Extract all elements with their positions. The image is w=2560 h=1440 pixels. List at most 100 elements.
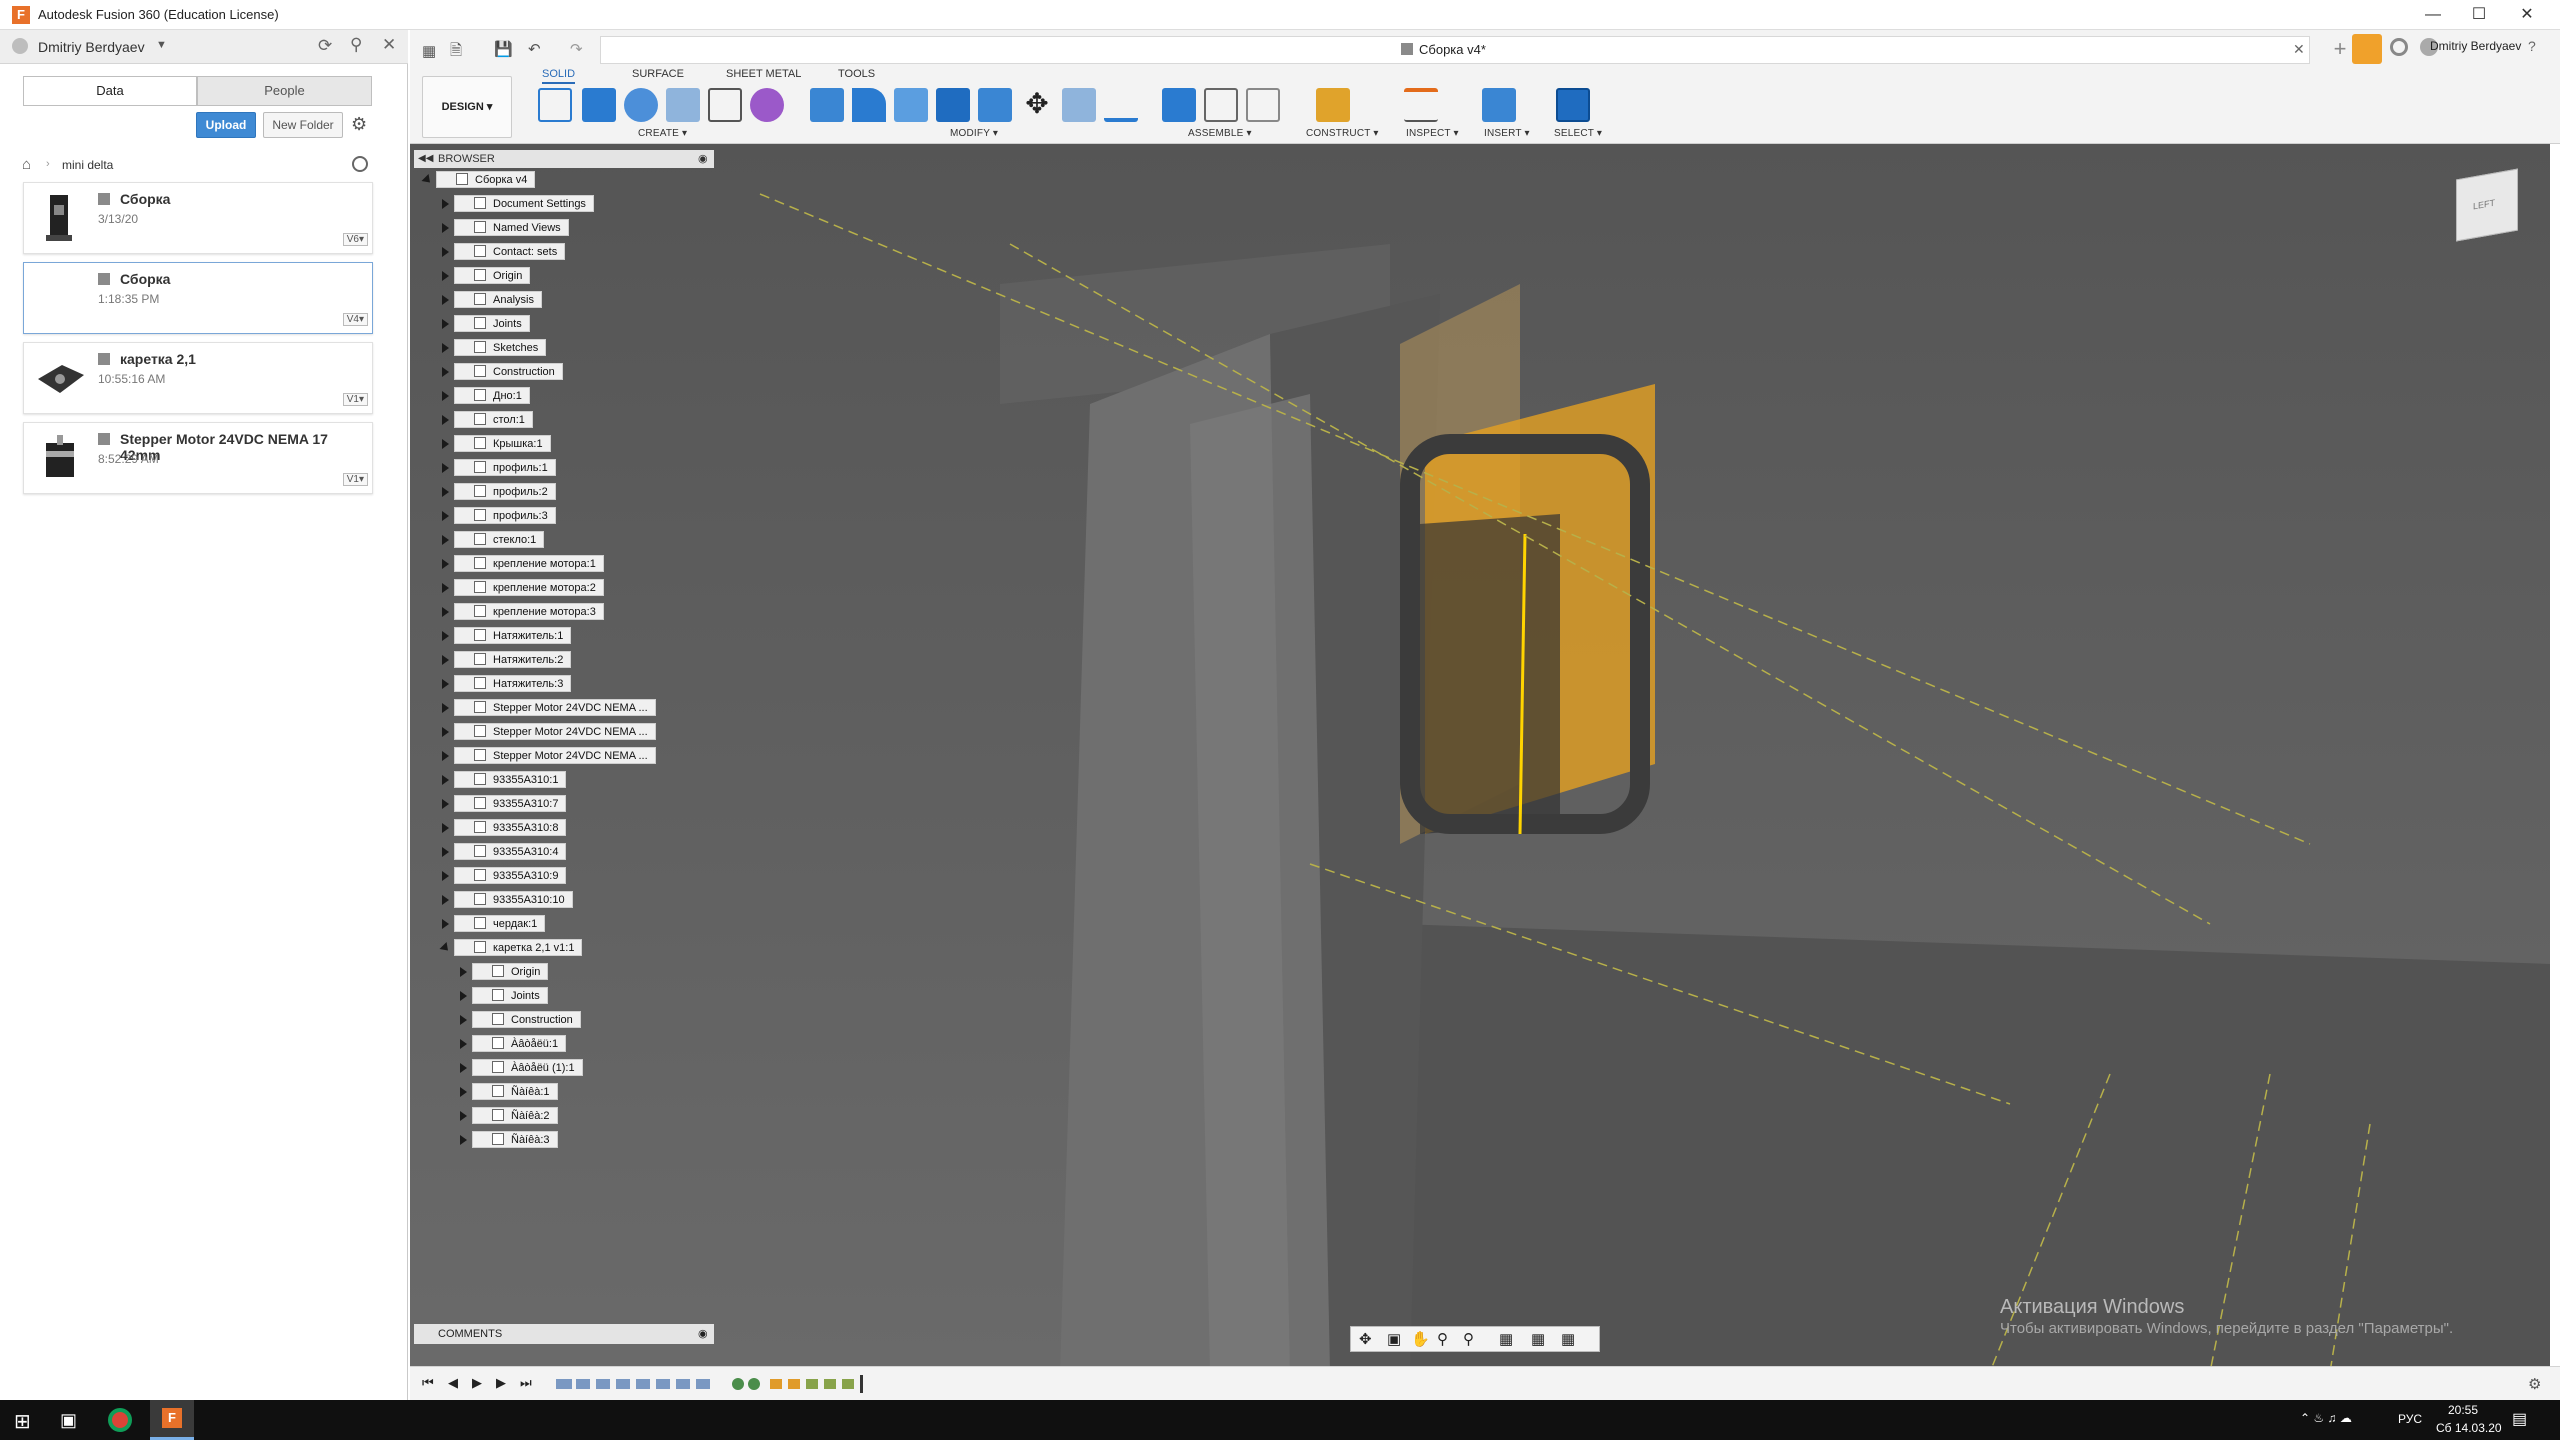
close-panel-icon[interactable]: ✕: [382, 35, 396, 55]
list-item[interactable]: каретка 2,1 10:55:16 AM V1▾: [23, 342, 373, 414]
minimize-icon[interactable]: —: [2410, 0, 2456, 30]
assemble-group[interactable]: ASSEMBLE ▾: [1188, 128, 1252, 139]
expand-arrow-icon[interactable]: [442, 679, 449, 689]
workspace-switcher[interactable]: DESIGN ▾: [422, 76, 512, 138]
timeline-features[interactable]: [556, 1375, 886, 1393]
create-sketch-icon[interactable]: [538, 88, 572, 122]
joint-icon[interactable]: [1204, 88, 1238, 122]
expand-arrow-icon[interactable]: [442, 703, 449, 713]
expand-arrow-icon[interactable]: [460, 1111, 467, 1121]
version-badge[interactable]: V4▾: [342, 313, 368, 326]
expand-arrow-icon[interactable]: [442, 919, 449, 929]
top-user-name[interactable]: Dmitriy Berdyaev: [2420, 39, 2521, 53]
share-settings-icon[interactable]: [352, 156, 368, 172]
tab-surface[interactable]: SURFACE: [632, 68, 684, 84]
move-icon[interactable]: ✥: [1020, 88, 1054, 122]
new-component-icon[interactable]: [1162, 88, 1196, 122]
version-badge[interactable]: V6▾: [342, 233, 368, 246]
pattern-icon[interactable]: [708, 88, 742, 122]
expand-arrow-icon[interactable]: [460, 1135, 467, 1145]
clock-date[interactable]: Сб 14.03.20: [2436, 1421, 2502, 1435]
chevron-down-icon[interactable]: ▼: [156, 39, 167, 51]
tab-data[interactable]: Data: [23, 76, 197, 106]
expand-arrow-icon[interactable]: [442, 415, 449, 425]
split-icon[interactable]: [978, 88, 1012, 122]
expand-arrow-icon[interactable]: [442, 199, 449, 209]
step-back-icon[interactable]: ◀: [448, 1375, 458, 1391]
undo-icon[interactable]: ↶: [528, 40, 541, 58]
maximize-icon[interactable]: ☐: [2456, 0, 2502, 30]
expand-arrow-icon[interactable]: [442, 511, 449, 521]
press-pull-icon[interactable]: [810, 88, 844, 122]
combine-icon[interactable]: [936, 88, 970, 122]
zoom-icon[interactable]: ⚲: [1437, 1330, 1448, 1348]
tab-solid[interactable]: SOLID: [542, 68, 576, 84]
expand-arrow-icon[interactable]: [460, 1015, 467, 1025]
hole-icon[interactable]: [666, 88, 700, 122]
expand-arrow-icon[interactable]: [442, 847, 449, 857]
expand-arrow-icon[interactable]: [460, 1039, 467, 1049]
search-icon[interactable]: ⚲: [350, 35, 362, 55]
version-badge[interactable]: V1▾: [342, 473, 368, 486]
notification-center-icon[interactable]: ▤: [2512, 1409, 2527, 1429]
expanded-arrow-icon[interactable]: [439, 941, 452, 955]
upload-button[interactable]: Upload: [196, 112, 256, 138]
viewcube[interactable]: LEFT: [2456, 168, 2518, 242]
close-icon[interactable]: ✕: [2504, 0, 2550, 30]
expand-arrow-icon[interactable]: [442, 895, 449, 905]
expand-arrow-icon[interactable]: [442, 439, 449, 449]
look-at-icon[interactable]: ▣: [1387, 1330, 1401, 1348]
comments-panel[interactable]: COMMENTS ◉: [414, 1324, 714, 1344]
revolve-icon[interactable]: [624, 88, 658, 122]
expand-arrow-icon[interactable]: [442, 391, 449, 401]
list-item[interactable]: Сборка 1:18:35 PM V4▾: [23, 262, 373, 334]
expand-arrow-icon[interactable]: [442, 535, 449, 545]
expand-arrow-icon[interactable]: [442, 823, 449, 833]
chamfer-icon[interactable]: [894, 88, 928, 122]
collapse-icon[interactable]: ◀◀: [418, 150, 433, 168]
new-folder-button[interactable]: New Folder: [263, 112, 343, 138]
modify-group[interactable]: MODIFY ▾: [950, 128, 998, 139]
expanded-arrow-icon[interactable]: [421, 173, 434, 187]
expand-arrow-icon[interactable]: [442, 871, 449, 881]
as-built-joint-icon[interactable]: [1246, 88, 1280, 122]
close-tab-icon[interactable]: ✕: [2293, 41, 2305, 58]
pin-icon[interactable]: ◉: [698, 150, 708, 168]
timeline-settings-icon[interactable]: ⚙: [2528, 1375, 2541, 1393]
version-badge[interactable]: V1▾: [342, 393, 368, 406]
expand-arrow-icon[interactable]: [442, 583, 449, 593]
expand-arrow-icon[interactable]: [442, 367, 449, 377]
job-status-icon[interactable]: [2352, 34, 2382, 64]
pan-icon[interactable]: ✋: [1411, 1330, 1430, 1348]
step-forward-icon[interactable]: ▶: [496, 1375, 506, 1391]
add-comment-icon[interactable]: ◉: [698, 1324, 708, 1344]
windows-start-icon[interactable]: ⊞: [14, 1409, 31, 1434]
list-item[interactable]: Stepper Motor 24VDC NEMA 17 42mm 8:52:29…: [23, 422, 373, 494]
fit-icon[interactable]: ⚲: [1463, 1330, 1474, 1348]
orbit-icon[interactable]: ✥: [1359, 1330, 1372, 1348]
task-view-icon[interactable]: ▣: [60, 1410, 77, 1431]
help-icon[interactable]: ?: [2528, 38, 2536, 54]
canvas-viewport[interactable]: LEFT ◀◀ BROWSER ◉ Сборка v4 Document Sett…: [410, 144, 2550, 1372]
new-tab-icon[interactable]: +: [2326, 36, 2354, 62]
expand-arrow-icon[interactable]: [442, 247, 449, 257]
chrome-icon[interactable]: [108, 1408, 132, 1432]
insert-group[interactable]: INSERT ▾: [1484, 128, 1530, 139]
document-tab[interactable]: Сборка v4* ✕: [600, 36, 2310, 64]
play-icon[interactable]: ▶: [472, 1375, 482, 1391]
create-group[interactable]: CREATE ▾: [638, 128, 687, 139]
go-to-start-icon[interactable]: ⏮: [422, 1375, 434, 1391]
grid-settings-icon[interactable]: ▦: [1531, 1330, 1545, 1348]
scale-icon[interactable]: [1062, 88, 1096, 122]
construct-group[interactable]: CONSTRUCT ▾: [1306, 128, 1379, 139]
fusion-taskbar-button[interactable]: F: [150, 1400, 194, 1440]
expand-arrow-icon[interactable]: [460, 1063, 467, 1073]
select-icon[interactable]: [1556, 88, 1590, 122]
refresh-icon[interactable]: ⟳: [318, 36, 332, 56]
expand-arrow-icon[interactable]: [442, 343, 449, 353]
list-item[interactable]: Сборка 3/13/20 V6▾: [23, 182, 373, 254]
expand-arrow-icon[interactable]: [442, 751, 449, 761]
expand-arrow-icon[interactable]: [460, 967, 467, 977]
tab-sheet-metal[interactable]: SHEET METAL: [726, 68, 801, 84]
expand-arrow-icon[interactable]: [442, 271, 449, 281]
